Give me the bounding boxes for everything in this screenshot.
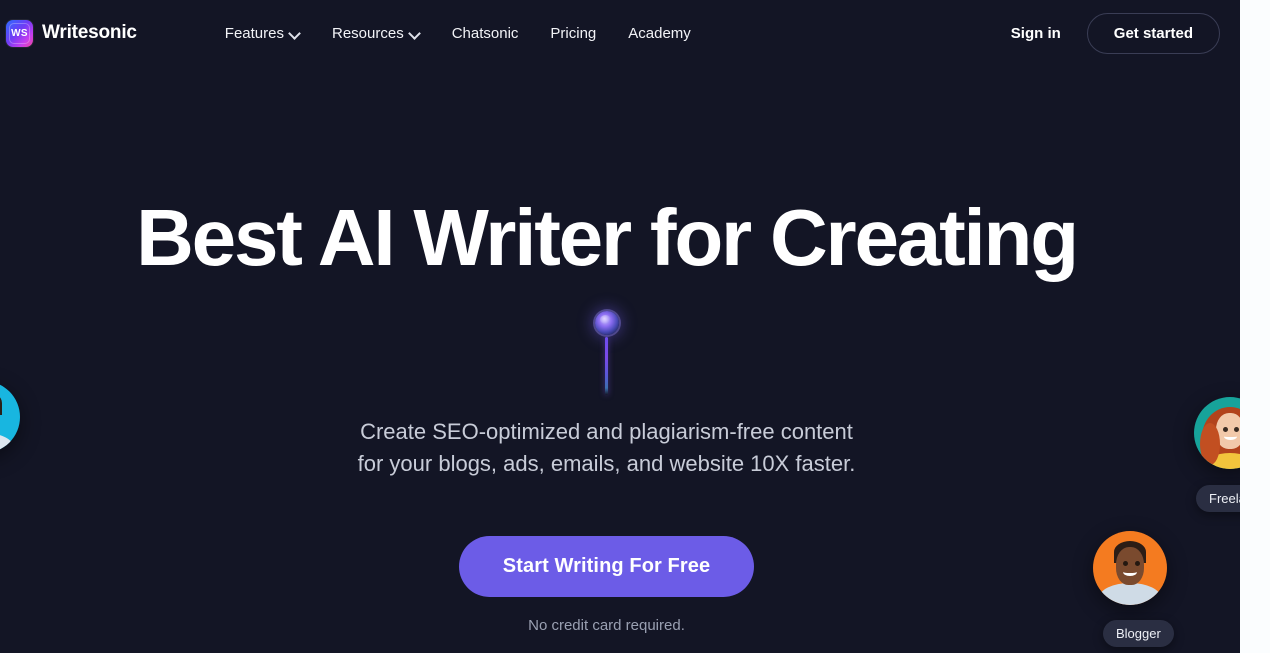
hero-subheading-line-2: for your blogs, ads, emails, and website…	[357, 451, 856, 477]
hero-section: Best AI Writer for Creating Create SEO-o…	[0, 66, 1240, 653]
hero-subheading: Create SEO-optimized and plagiarism-free…	[0, 416, 1213, 480]
nav-item-chatsonic[interactable]: Chatsonic	[436, 19, 535, 48]
nav-item-pricing[interactable]: Pricing	[534, 19, 612, 48]
page-gutter	[1240, 0, 1270, 653]
page-root: WS Writesonic Features Resources Chatson…	[0, 0, 1240, 653]
nav-item-features[interactable]: Features	[209, 19, 316, 48]
chevron-down-icon	[410, 28, 420, 38]
cursor-orb-icon	[594, 311, 619, 335]
nav-label-academy: Academy	[628, 24, 691, 42]
no-credit-card-note: No credit card required.	[528, 617, 685, 634]
nav-label-pricing: Pricing	[550, 24, 597, 42]
writesonic-logo-icon: WS	[6, 19, 33, 47]
persona-label-freelancer: Freelancer	[1196, 485, 1240, 512]
start-writing-for-free-button[interactable]: Start Writing For Free	[458, 536, 755, 597]
nav-label-features: Features	[224, 24, 284, 42]
avatar-freelancer-image	[1194, 397, 1240, 469]
persona-freelancer[interactable]: Freelancer	[1194, 397, 1240, 512]
site-header: WS Writesonic Features Resources Chatson…	[0, 0, 1240, 66]
nav-label-chatsonic: Chatsonic	[451, 24, 519, 42]
logo-mark-text: WS	[11, 27, 28, 39]
persona-marketer[interactable]: Marketer	[0, 381, 20, 453]
nav-item-resources[interactable]: Resources	[316, 19, 436, 48]
persona-label-blogger: Blogger	[1103, 620, 1174, 647]
avatar-marketer-image	[0, 381, 20, 453]
sign-in-link[interactable]: Sign in	[1001, 17, 1071, 50]
hero-cta-container: Start Writing For Free	[0, 536, 1213, 597]
hero-subheading-line-1: Create SEO-optimized and plagiarism-free…	[360, 419, 853, 444]
main-navigation: Features Resources Chatsonic Pricing Aca…	[209, 19, 707, 48]
nav-item-academy[interactable]: Academy	[612, 19, 707, 48]
typing-cursor	[0, 311, 1213, 406]
get-started-button[interactable]: Get started	[1086, 12, 1220, 54]
chevron-down-icon	[290, 28, 300, 38]
page-title: Best AI Writer for Creating	[136, 193, 1079, 282]
brand-name: Writesonic	[42, 22, 137, 43]
brand-logo[interactable]: WS Writesonic	[6, 19, 137, 47]
persona-blogger[interactable]: Blogger	[1093, 531, 1174, 647]
cursor-beam-icon	[604, 337, 608, 395]
nav-label-resources: Resources	[332, 24, 404, 42]
header-actions: Sign in Get started	[1001, 12, 1220, 54]
avatar-blogger-image	[1093, 531, 1167, 605]
